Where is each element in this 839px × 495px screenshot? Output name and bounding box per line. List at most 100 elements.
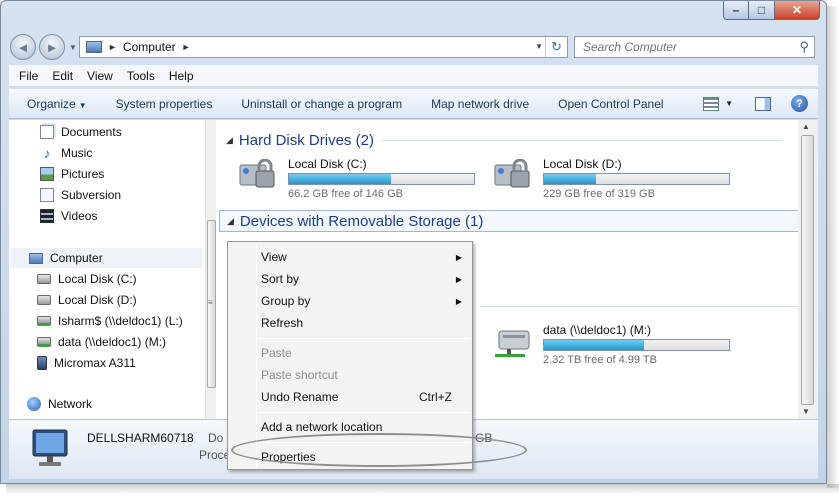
- back-arrow-icon: ◄: [16, 39, 30, 55]
- drive-usage-fill: [289, 174, 391, 184]
- scroll-down-icon[interactable]: ▼: [802, 407, 810, 416]
- view-options-dropdown[interactable]: ▼: [725, 99, 733, 108]
- change-view-icon[interactable]: [703, 96, 720, 111]
- sidebar-item-local-disk-d[interactable]: Local Disk (D:): [37, 290, 137, 310]
- address-bar[interactable]: ► Computer ► ▼ ↻: [79, 36, 568, 58]
- collapse-icon: ◢: [226, 134, 233, 145]
- sidebar-item-label: Computer: [50, 251, 103, 265]
- uninstall-program-button[interactable]: Uninstall or change a program: [241, 97, 402, 111]
- menu-file[interactable]: File: [19, 69, 38, 83]
- breadcrumb-separator[interactable]: ►: [108, 42, 117, 52]
- sidebar-item-music[interactable]: ♪ Music: [40, 143, 93, 163]
- sidebar-item-isharm-drive[interactable]: Isharm$ (\\deldoc1) (L:): [37, 311, 183, 331]
- menu-view[interactable]: View: [87, 69, 113, 83]
- search-box[interactable]: ⚲: [574, 36, 815, 58]
- open-control-panel-button[interactable]: Open Control Panel: [558, 97, 663, 111]
- drive-name: Local Disk (D:): [543, 157, 622, 171]
- address-row: ◄ ► ▼ ► Computer ► ▼ ↻ ⚲: [1, 31, 826, 63]
- collapse-icon: ◢: [227, 215, 234, 226]
- drive-usage-fill: [544, 340, 644, 350]
- sidebar-item-label: Network: [48, 397, 93, 411]
- sidebar-item-micromax[interactable]: Micromax A311: [37, 353, 136, 373]
- drive-name: Local Disk (C:): [288, 157, 367, 171]
- group-header-hard-disk-drives[interactable]: ◢ Hard Disk Drives (2): [226, 129, 782, 151]
- menu-item-view[interactable]: View ▶: [231, 246, 471, 268]
- search-icon[interactable]: ⚲: [799, 39, 809, 55]
- sidebar-item-local-disk-c[interactable]: Local Disk (C:): [37, 269, 137, 289]
- sidebar-item-label: Subversion: [61, 188, 122, 202]
- highlight-ellipse: [231, 433, 527, 467]
- forward-arrow-icon: ►: [45, 39, 59, 55]
- music-icon: ♪: [43, 145, 51, 161]
- sidebar-item-subversion[interactable]: Subversion: [40, 185, 121, 205]
- preview-pane-icon[interactable]: [755, 96, 771, 111]
- processor-label: Proce: [199, 448, 231, 462]
- breadcrumb-computer[interactable]: Computer: [123, 40, 176, 54]
- sidebar-item-network[interactable]: Network: [27, 394, 92, 414]
- network-drive-icon: [37, 316, 51, 326]
- drive-free-space: 2.32 TB free of 4.99 TB: [543, 354, 657, 366]
- navigation-pane: Documents ♪ Music Pictures Subversion Vi…: [9, 120, 216, 419]
- scroll-up-icon[interactable]: ▲: [802, 122, 810, 131]
- locked-drive-icon: [494, 159, 530, 188]
- map-network-drive-button[interactable]: Map network drive: [431, 97, 529, 111]
- computer-name: DELLSHARM60718: [87, 431, 194, 445]
- menu-item-label: View: [261, 250, 287, 264]
- menu-help[interactable]: Help: [169, 69, 194, 83]
- sidebar-item-videos[interactable]: Videos: [40, 206, 97, 226]
- sidebar-item-label: data (\\deldoc1) (M:): [58, 335, 167, 349]
- menu-separator: [258, 338, 470, 339]
- content-scrollbar[interactable]: ▲ ▼: [798, 120, 818, 419]
- navigation-scrollbar[interactable]: ≡: [205, 120, 216, 419]
- drive-free-space: 229 GB free of 319 GB: [543, 188, 655, 200]
- search-input[interactable]: [581, 39, 781, 55]
- phone-icon: [37, 356, 47, 370]
- domain-label: Do: [208, 431, 224, 445]
- help-icon[interactable]: ?: [791, 95, 808, 112]
- forward-button[interactable]: ►: [39, 34, 65, 60]
- sidebar-item-data-drive[interactable]: data (\\deldoc1) (M:): [37, 332, 166, 352]
- drive-usage-bar: [543, 173, 730, 185]
- recent-pages-dropdown[interactable]: ▼: [69, 43, 77, 52]
- menu-item-group-by[interactable]: Group by ▶: [231, 290, 471, 312]
- back-button[interactable]: ◄: [10, 34, 36, 60]
- menu-item-label: Undo Rename: [261, 390, 339, 404]
- sidebar-item-label: Documents: [61, 125, 122, 139]
- drive-tile-local-disk-c[interactable]: Local Disk (C:) 66.2 GB free of 146 GB: [238, 157, 488, 200]
- drive-tile-data-network[interactable]: data (\\deldoc1) (M:) 2.32 TB free of 4.…: [493, 323, 743, 366]
- address-dropdown-icon[interactable]: ▼: [535, 42, 543, 51]
- breadcrumb-separator[interactable]: ►: [182, 42, 191, 52]
- maximize-button[interactable]: □: [749, 1, 775, 20]
- organize-button[interactable]: Organize ▼: [27, 97, 87, 111]
- close-button[interactable]: ✕: [775, 1, 820, 20]
- system-properties-button[interactable]: System properties: [116, 97, 213, 111]
- group-title: Hard Disk Drives (2): [238, 131, 374, 149]
- menu-item-shortcut: Ctrl+Z: [419, 390, 452, 404]
- sidebar-item-label: Local Disk (D:): [58, 293, 137, 307]
- sidebar-item-label: Micromax A311: [54, 356, 136, 370]
- menu-edit[interactable]: Edit: [52, 69, 73, 83]
- menu-item-paste: Paste: [231, 342, 471, 364]
- sidebar-item-computer[interactable]: Computer: [11, 248, 203, 268]
- sidebar-item-pictures[interactable]: Pictures: [40, 164, 104, 184]
- chevron-down-icon: ▼: [78, 100, 87, 110]
- locked-drive-icon: [239, 159, 275, 188]
- menu-item-undo-rename[interactable]: Undo Rename Ctrl+Z: [231, 386, 471, 408]
- documents-icon: [40, 125, 54, 139]
- command-bar: Organize ▼ System properties Uninstall or…: [9, 89, 818, 119]
- subversion-icon: [40, 188, 54, 202]
- minimize-button[interactable]: –: [723, 1, 749, 20]
- menu-item-refresh[interactable]: Refresh: [231, 312, 471, 334]
- menu-item-sort-by[interactable]: Sort by ▶: [231, 268, 471, 290]
- refresh-button[interactable]: ↻: [545, 37, 567, 57]
- drive-name: data (\\deldoc1) (M:): [543, 323, 652, 337]
- scrollbar-thumb[interactable]: [801, 135, 814, 405]
- window-shadow: [6, 484, 839, 495]
- menu-item-label: Paste: [261, 346, 292, 360]
- sidebar-item-documents[interactable]: Documents: [40, 122, 122, 142]
- drive-tile-local-disk-d[interactable]: Local Disk (D:) 229 GB free of 319 GB: [493, 157, 743, 200]
- pictures-icon: [40, 167, 54, 181]
- sidebar-item-label: Local Disk (C:): [58, 272, 137, 286]
- menu-tools[interactable]: Tools: [127, 69, 155, 83]
- group-header-removable-storage[interactable]: ◢ Devices with Removable Storage (1): [219, 210, 799, 232]
